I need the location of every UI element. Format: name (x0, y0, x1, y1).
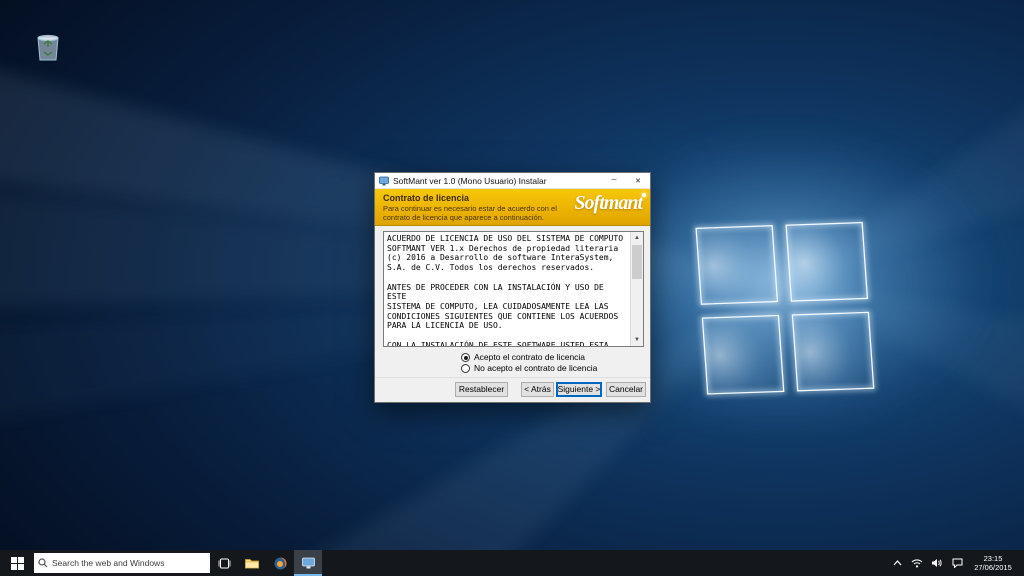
installer-header: Contrato de licencia Para continuar es n… (375, 189, 650, 226)
clock-date: 27/06/2015 (974, 563, 1012, 572)
close-button[interactable]: ✕ (626, 173, 650, 189)
taskbar: 23:15 27/06/2015 (0, 550, 1024, 576)
license-scrollbar[interactable]: ▲ ▼ (630, 232, 643, 346)
task-view-button[interactable] (210, 550, 238, 576)
scroll-down-icon[interactable]: ▼ (631, 334, 643, 346)
clock-time: 23:15 (984, 554, 1003, 563)
logo-mark (642, 193, 646, 197)
radio-decline-license[interactable]: No acepto el contrato de licencia (461, 363, 597, 373)
desktop: SoftMant ver 1.0 (Mono Usuario) Instalar… (0, 0, 1024, 576)
installer-window: SoftMant ver 1.0 (Mono Usuario) Instalar… (374, 172, 651, 403)
installer-titlebar[interactable]: SoftMant ver 1.0 (Mono Usuario) Instalar… (375, 173, 650, 189)
installer-taskbar-button[interactable] (294, 550, 322, 576)
installer-taskbar-icon (302, 557, 315, 569)
radio-accept-dot[interactable] (461, 353, 470, 362)
cancel-button[interactable]: Cancelar (606, 382, 646, 397)
license-text[interactable]: ACUERDO DE LICENCIA DE USO DEL SISTEMA D… (384, 232, 630, 346)
file-explorer-icon (245, 558, 259, 569)
taskbar-clock[interactable]: 23:15 27/06/2015 (967, 550, 1019, 576)
installer-app-icon (379, 176, 389, 186)
volume-button[interactable] (927, 550, 947, 576)
action-center-icon (952, 558, 963, 568)
radio-accept-license[interactable]: Acepto el contrato de licencia (461, 352, 585, 362)
network-icon (911, 558, 923, 568)
button-row-divider (375, 377, 650, 378)
minimize-button[interactable]: ─ (602, 173, 626, 189)
tray-overflow-button[interactable] (887, 550, 907, 576)
recycle-bin-glyph (35, 30, 61, 62)
recycle-bin-icon[interactable] (28, 24, 68, 68)
search-input[interactable] (52, 558, 206, 568)
start-button[interactable] (0, 550, 34, 576)
network-button[interactable] (907, 550, 927, 576)
windows-logo-icon (11, 557, 24, 570)
softmant-logo: Softmant (574, 192, 642, 215)
license-agreement-box: ACUERDO DE LICENCIA DE USO DEL SISTEMA D… (383, 231, 644, 347)
task-view-icon (218, 558, 231, 569)
radio-decline-dot[interactable] (461, 364, 470, 373)
browser-button[interactable] (266, 550, 294, 576)
system-tray: 23:15 27/06/2015 (887, 550, 1024, 576)
next-button[interactable]: Siguiente > (556, 382, 602, 397)
scrollbar-thumb[interactable] (632, 245, 642, 279)
header-subtitle: Para continuar es necesario estar de acu… (383, 204, 573, 222)
chevron-up-icon (893, 560, 902, 566)
file-explorer-button[interactable] (238, 550, 266, 576)
browser-icon (274, 557, 287, 570)
search-icon (38, 558, 48, 568)
action-center-button[interactable] (947, 550, 967, 576)
speaker-icon (931, 558, 943, 568)
radio-decline-label: No acepto el contrato de licencia (474, 363, 597, 373)
back-button[interactable]: < Atrás (521, 382, 554, 397)
installer-window-title: SoftMant ver 1.0 (Mono Usuario) Instalar (393, 176, 602, 186)
reset-button[interactable]: Restablecer (455, 382, 508, 397)
taskbar-search[interactable] (34, 553, 210, 573)
scroll-up-icon[interactable]: ▲ (631, 232, 643, 244)
radio-accept-label: Acepto el contrato de licencia (474, 352, 585, 362)
taskbar-spacer (322, 550, 887, 576)
